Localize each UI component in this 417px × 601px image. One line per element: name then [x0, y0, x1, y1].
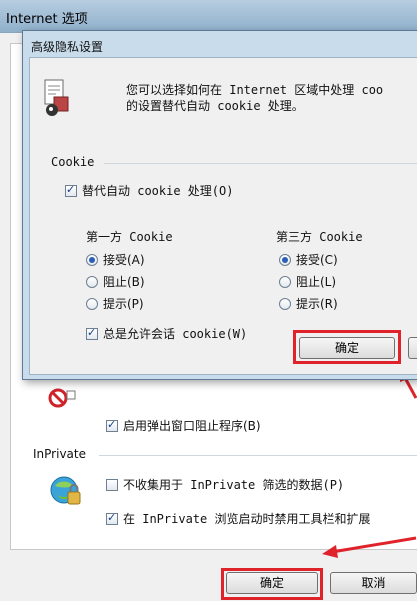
first-party-prompt-label: 提示(P)	[103, 297, 144, 311]
dialog-title: 高级隐私设置	[31, 40, 104, 54]
dialog-cancel-button-partial[interactable]	[408, 337, 417, 359]
ok-button-highlight	[221, 568, 323, 600]
disable-toolbars-row[interactable]: 在 InPrivate 浏览启动时禁用工具栏和扩展	[106, 510, 370, 527]
first-party-block-label: 阻止(B)	[103, 275, 145, 289]
third-party-block[interactable]: 阻止(L)	[279, 273, 336, 290]
popup-blocker-label: 启用弹出窗口阻止程序(B)	[123, 419, 261, 433]
internet-options-titlebar[interactable]: Internet 选项	[0, 0, 417, 32]
no-collect-checkbox[interactable]	[106, 478, 118, 491]
disable-toolbars-checkbox[interactable]	[106, 511, 118, 525]
override-cookie-label: 替代自动 cookie 处理(O)	[82, 184, 234, 198]
third-party-heading: 第三方 Cookie	[276, 230, 363, 244]
dialog-ok-highlight	[293, 330, 401, 364]
third-party-accept-radio[interactable]	[279, 253, 291, 266]
first-party-heading: 第一方 Cookie	[86, 230, 173, 244]
no-popup-icon	[48, 388, 76, 408]
disable-toolbars-label: 在 InPrivate 浏览启动时禁用工具栏和扩展	[123, 512, 371, 526]
inprivate-lock-icon	[50, 476, 81, 505]
dialog-body: 您可以选择如何在 Internet 区域中处理 coo 的设置替代自动 cook…	[29, 57, 417, 375]
third-party-prompt-radio[interactable]	[279, 297, 291, 310]
session-cookie-row[interactable]: 总是允许会话 cookie(W)	[86, 325, 247, 342]
third-party-block-label: 阻止(L)	[296, 275, 337, 289]
third-party-prompt-label: 提示(R)	[296, 297, 338, 311]
description-line-2: 的设置替代自动 cookie 处理。	[126, 99, 304, 113]
first-party-prompt[interactable]: 提示(P)	[86, 295, 144, 312]
third-party-accept[interactable]: 接受(C)	[279, 251, 338, 268]
override-cookie-row[interactable]: 替代自动 cookie 处理(O)	[65, 182, 233, 199]
session-cookie-label: 总是允许会话 cookie(W)	[103, 327, 248, 341]
privacy-document-icon	[44, 79, 69, 116]
description-line-1: 您可以选择如何在 Internet 区域中处理 coo	[126, 83, 384, 97]
first-party-accept[interactable]: 接受(A)	[86, 251, 145, 268]
third-party-prompt[interactable]: 提示(R)	[279, 295, 338, 312]
first-party-accept-radio[interactable]	[86, 253, 98, 266]
advanced-privacy-dialog: 高级隐私设置 您可以选择如何在 Internet 区域中处理 coo 的设置替代…	[22, 30, 417, 380]
inprivate-heading: InPrivate	[33, 447, 86, 461]
annotation-arrow-bottom	[322, 536, 417, 558]
override-cookie-checkbox[interactable]	[65, 183, 77, 197]
window-title: Internet 选项	[6, 12, 88, 27]
first-party-block-radio[interactable]	[86, 275, 98, 288]
first-party-block[interactable]: 阻止(B)	[86, 273, 145, 290]
popup-blocker-row[interactable]: 启用弹出窗口阻止程序(B)	[106, 417, 261, 434]
cancel-button[interactable]: 取消	[330, 572, 417, 594]
cookie-group-label: Cookie	[51, 155, 95, 169]
first-party-accept-label: 接受(A)	[103, 253, 145, 267]
no-collect-label: 不收集用于 InPrivate 筛选的数据(P)	[123, 478, 345, 492]
session-cookie-checkbox[interactable]	[86, 326, 98, 340]
third-party-block-radio[interactable]	[279, 275, 291, 288]
cookie-group-divider	[104, 163, 417, 164]
inprivate-divider	[99, 455, 417, 456]
no-collect-row[interactable]: 不收集用于 InPrivate 筛选的数据(P)	[106, 476, 344, 493]
popup-blocker-checkbox[interactable]	[106, 418, 118, 432]
first-party-prompt-radio[interactable]	[86, 297, 98, 310]
third-party-accept-label: 接受(C)	[296, 253, 338, 267]
dialog-titlebar[interactable]: 高级隐私设置	[23, 31, 417, 57]
